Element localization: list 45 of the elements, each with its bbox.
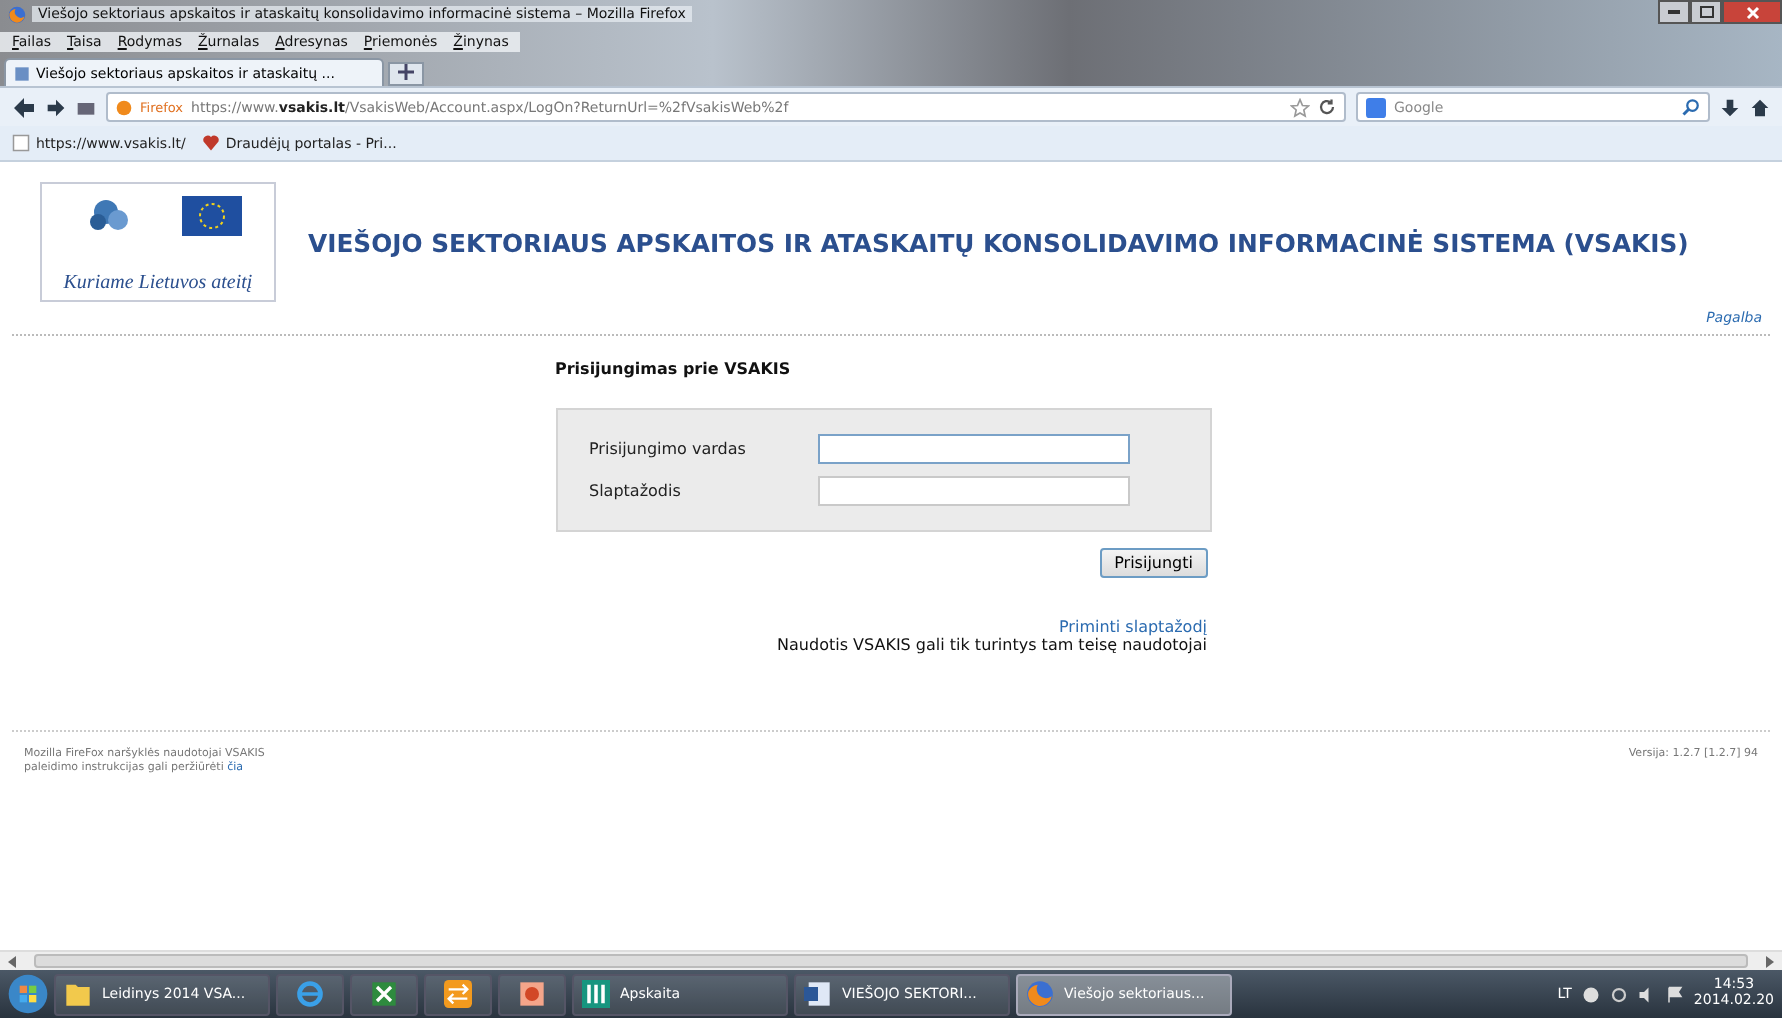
bar-chart-icon <box>582 980 610 1008</box>
page-icon <box>14 65 30 81</box>
close-button[interactable] <box>1722 0 1782 24</box>
input-field[interactable] <box>817 434 1129 464</box>
heart-icon <box>201 134 220 152</box>
new-tab-button[interactable] <box>388 62 424 86</box>
minimize-icon <box>1668 10 1680 14</box>
forward-icon <box>46 97 66 117</box>
field-label: Slaptažodis <box>589 482 681 500</box>
login-button[interactable]: Prisijungti <box>1100 548 1207 578</box>
login-title: Prisijungimas prie VSAKIS <box>555 360 793 378</box>
right-arrow-icon[interactable] <box>1764 955 1774 967</box>
horizontal-scrollbar[interactable] <box>0 950 1782 970</box>
download-icon <box>1720 97 1740 117</box>
star-icon <box>1290 97 1310 117</box>
minimize-button[interactable] <box>1658 0 1690 24</box>
google-icon <box>1366 97 1386 117</box>
search-icon <box>1682 98 1700 116</box>
field-label: Prisijungimo vardas <box>589 440 746 458</box>
home-icon <box>1750 97 1770 117</box>
page-icon <box>12 134 30 152</box>
back-icon <box>12 95 36 119</box>
left-arrow-icon[interactable] <box>8 955 18 967</box>
flag-icon <box>1665 985 1684 1003</box>
close-icon <box>1745 5 1759 19</box>
input-field[interactable] <box>817 476 1129 506</box>
browser-icon <box>296 980 324 1008</box>
taskbar-button[interactable] <box>350 973 418 1015</box>
maximize-button[interactable] <box>1690 0 1722 24</box>
reload-icon <box>1318 98 1336 116</box>
taskbar-button[interactable] <box>498 973 566 1015</box>
library-icon <box>76 97 96 117</box>
logo: Kuriame Lietuvos ateitį <box>40 182 276 302</box>
taskbar-button[interactable] <box>424 973 492 1015</box>
maximize-icon <box>1699 6 1713 18</box>
presentation-icon <box>518 980 546 1008</box>
start-icon <box>8 974 48 1014</box>
document-icon <box>804 980 832 1008</box>
arrows-icon <box>444 980 472 1008</box>
folder-icon <box>64 980 92 1008</box>
plus-icon <box>398 64 414 80</box>
page-heading: VIEŠOJO SEKTORIAUS APSKAITOS IR ATASKAITŲ KONSOLIDAVIMO INFORMACINĖ SISTEMA (VSAKIS) <box>308 227 1689 257</box>
access-notice: Naudotis VSAKIS gali tik turintys tam teisę naudotojai <box>777 636 1207 654</box>
spreadsheet-icon <box>370 980 398 1008</box>
remind-password-link[interactable]: Priminti slaptažodį <box>1059 618 1207 636</box>
